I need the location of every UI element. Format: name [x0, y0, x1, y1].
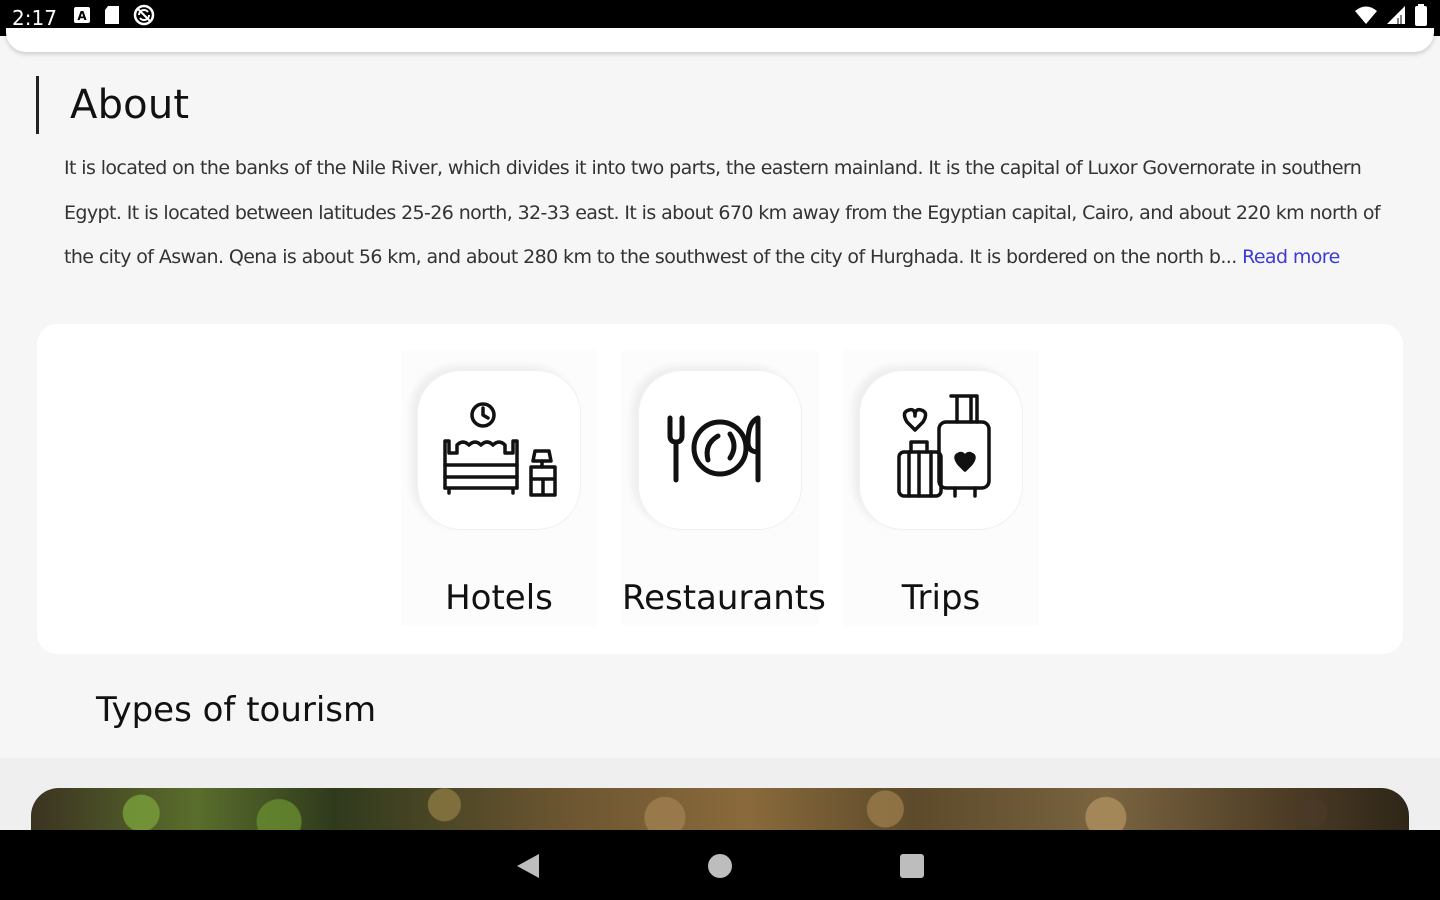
tourism-type-card[interactable]	[31, 788, 1409, 830]
about-body: It is located on the banks of the Nile R…	[64, 157, 1381, 268]
about-accent-bar	[36, 76, 39, 134]
about-title: About	[70, 82, 190, 128]
categories-card: Hotels Restaurants Trips	[37, 324, 1403, 654]
category-label: Hotels	[445, 578, 553, 618]
read-more-link[interactable]: Read more	[1242, 246, 1340, 268]
restaurant-plate-icon	[660, 408, 780, 493]
svg-text:A: A	[77, 9, 87, 23]
notification-a-icon: A	[73, 6, 91, 30]
back-icon[interactable]	[512, 850, 544, 882]
recents-icon[interactable]	[896, 850, 928, 882]
category-label: Restaurants	[622, 578, 826, 618]
category-label: Trips	[901, 578, 981, 618]
navigation-bar	[0, 830, 1440, 900]
category-trips[interactable]: Trips	[843, 350, 1039, 626]
types-of-tourism-title: Types of tourism	[96, 690, 377, 730]
header-card-edge	[6, 28, 1434, 52]
category-icon-tile	[859, 370, 1023, 530]
category-hotels[interactable]: Hotels	[401, 350, 597, 626]
luggage-icon	[881, 392, 1001, 509]
tourism-card-image	[31, 788, 1409, 830]
about-text: It is located on the banks of the Nile R…	[64, 146, 1394, 280]
category-restaurants[interactable]: Restaurants	[622, 350, 826, 626]
category-icon-tile	[417, 370, 581, 530]
status-time: 2:17	[12, 6, 57, 30]
hotel-bed-icon	[439, 393, 559, 508]
screen: 2:17 A About It is located on the banks …	[0, 0, 1440, 900]
home-icon[interactable]	[704, 850, 736, 882]
category-icon-tile	[638, 370, 802, 530]
